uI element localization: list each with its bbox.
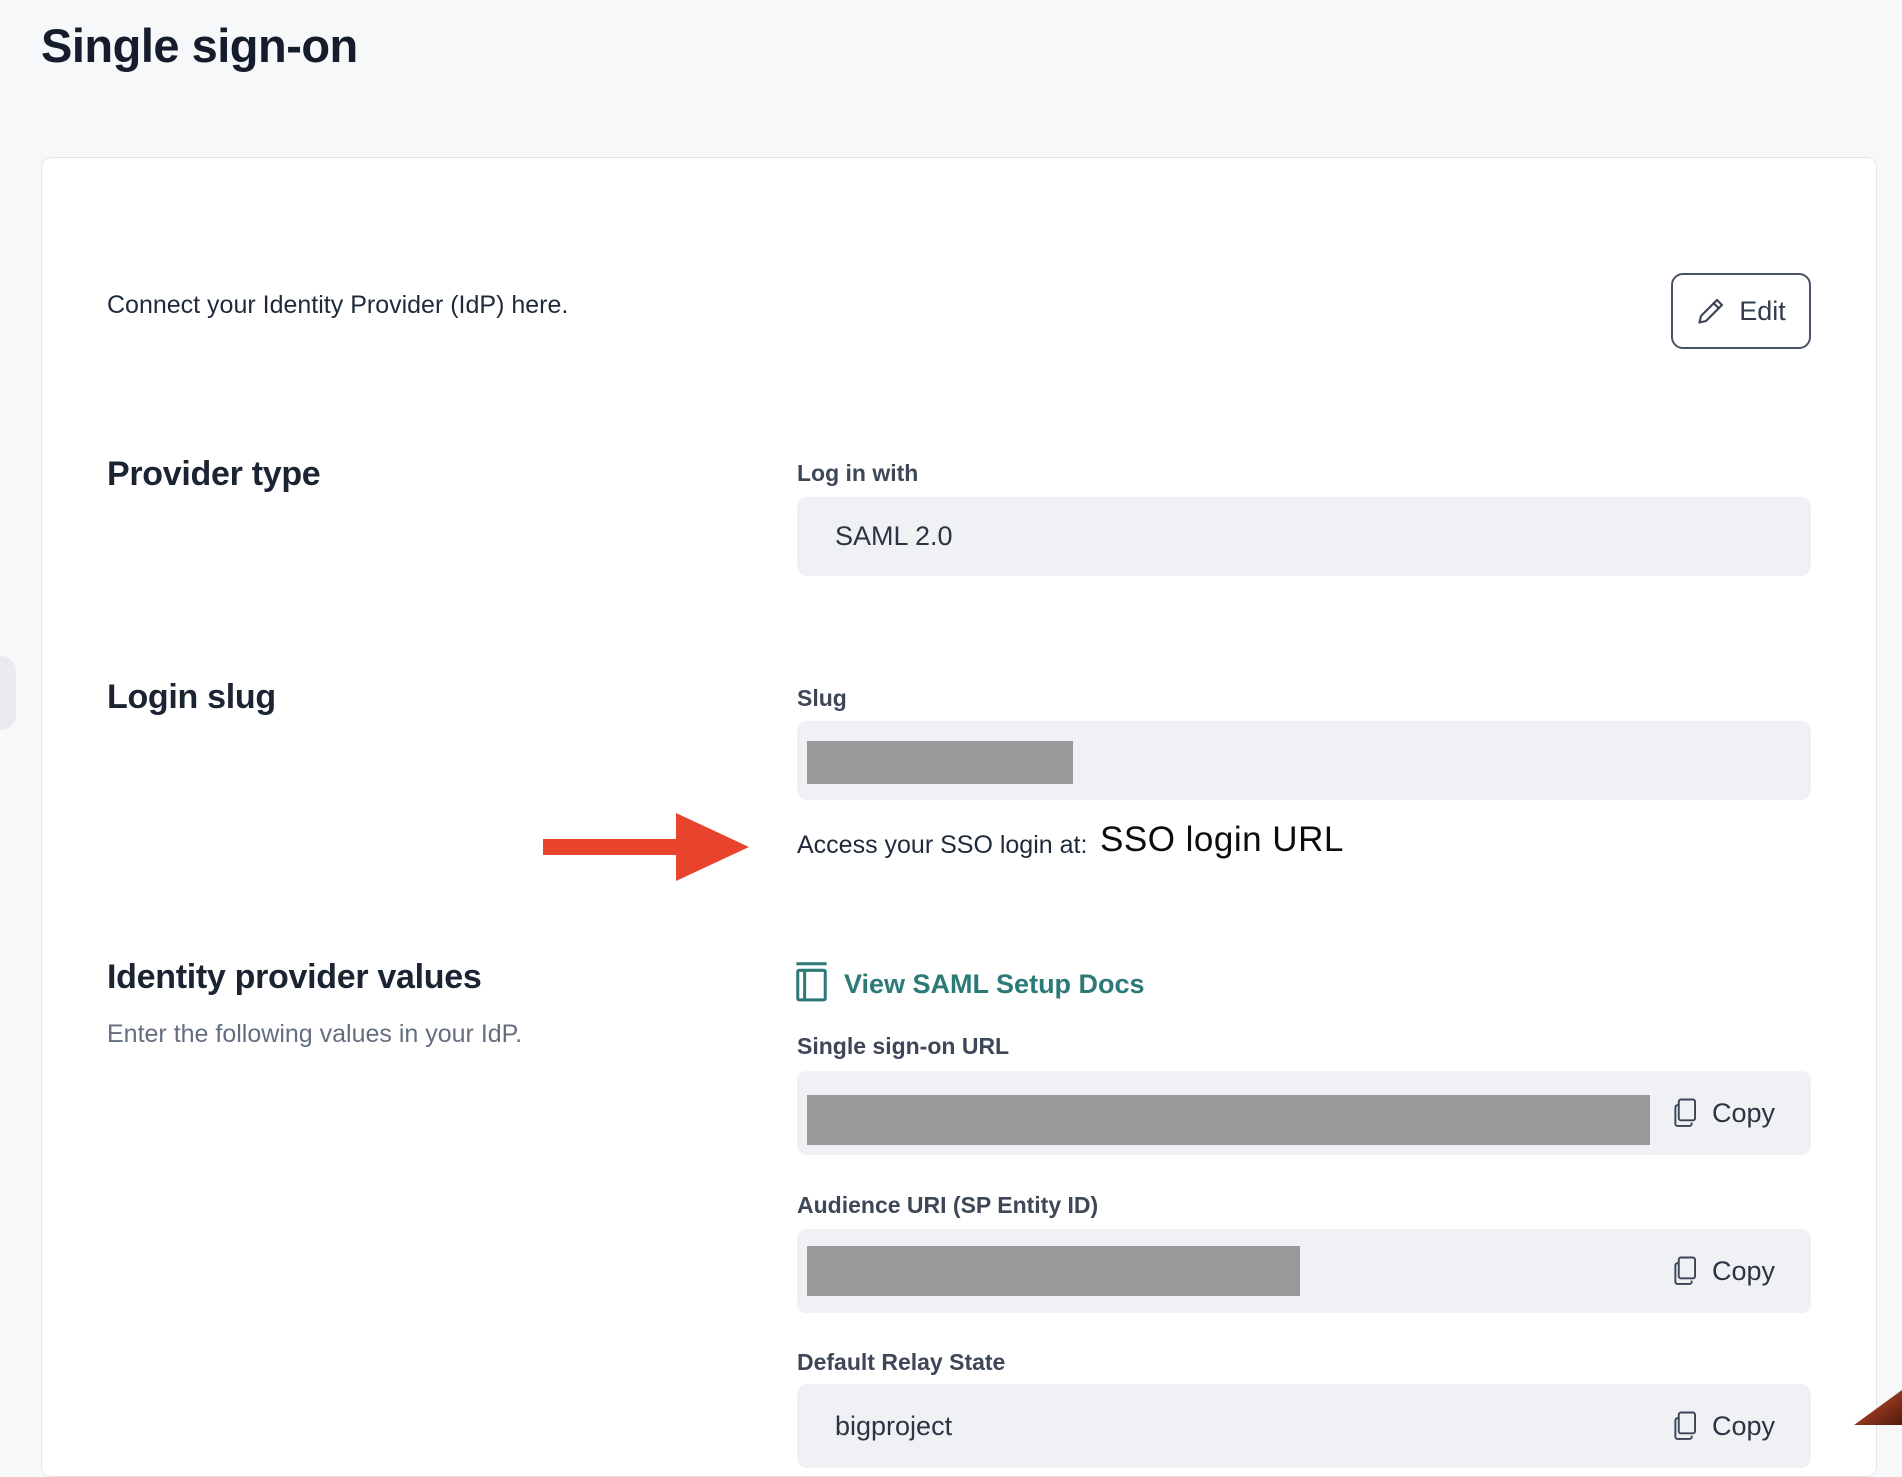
slug-redacted-value — [807, 741, 1073, 784]
provider-type-value: SAML 2.0 — [835, 497, 953, 576]
default-relay-state-value: bigproject — [835, 1384, 952, 1468]
page-title: Single sign-on — [41, 18, 358, 73]
copy-icon — [1672, 1255, 1699, 1287]
copy-sso-url-button[interactable]: Copy — [1672, 1071, 1775, 1155]
slug-label: Slug — [797, 685, 847, 712]
single-sign-on-url-label: Single sign-on URL — [797, 1033, 1009, 1060]
copy-icon — [1672, 1097, 1699, 1129]
copy-audience-uri-button[interactable]: Copy — [1672, 1229, 1775, 1313]
default-relay-state-label: Default Relay State — [797, 1349, 1005, 1376]
access-note: Access your SSO login at: — [797, 831, 1087, 860]
copy-icon — [1672, 1410, 1699, 1442]
left-edge-tab — [0, 656, 16, 730]
view-saml-setup-docs-link[interactable]: View SAML Setup Docs — [795, 962, 1145, 1007]
copy-button-label: Copy — [1712, 1411, 1775, 1442]
corner-arrow-icon — [1840, 1387, 1902, 1430]
idp-values-subtitle: Enter the following values in your IdP. — [107, 1020, 522, 1049]
idp-values-heading: Identity provider values — [107, 958, 481, 997]
single-sign-on-url-field: Copy — [797, 1071, 1811, 1155]
pencil-icon — [1696, 296, 1726, 326]
intro-text: Connect your Identity Provider (IdP) her… — [107, 291, 568, 320]
audience-uri-field: Copy — [797, 1229, 1811, 1313]
single-sign-on-url-redacted-value — [807, 1095, 1650, 1145]
provider-type-field: SAML 2.0 — [797, 497, 1811, 576]
docs-link-label: View SAML Setup Docs — [844, 969, 1145, 1000]
copy-relay-state-button[interactable]: Copy — [1672, 1384, 1775, 1468]
audience-uri-redacted-value — [807, 1246, 1300, 1296]
copy-button-label: Copy — [1712, 1256, 1775, 1287]
arrow-right-icon — [543, 812, 749, 887]
edit-button[interactable]: Edit — [1671, 273, 1811, 349]
provider-type-heading: Provider type — [107, 455, 320, 494]
default-relay-state-field: bigproject Copy — [797, 1384, 1811, 1468]
sso-login-url-annotation: SSO login URL — [1100, 820, 1344, 860]
document-icon — [795, 962, 828, 1007]
log-in-with-label: Log in with — [797, 460, 918, 487]
sso-settings-page: Single sign-on Connect your Identity Pro… — [0, 0, 1902, 1430]
login-slug-heading: Login slug — [107, 678, 276, 717]
edit-button-label: Edit — [1739, 296, 1786, 327]
copy-button-label: Copy — [1712, 1098, 1775, 1129]
audience-uri-label: Audience URI (SP Entity ID) — [797, 1192, 1098, 1219]
slug-field — [797, 721, 1811, 800]
